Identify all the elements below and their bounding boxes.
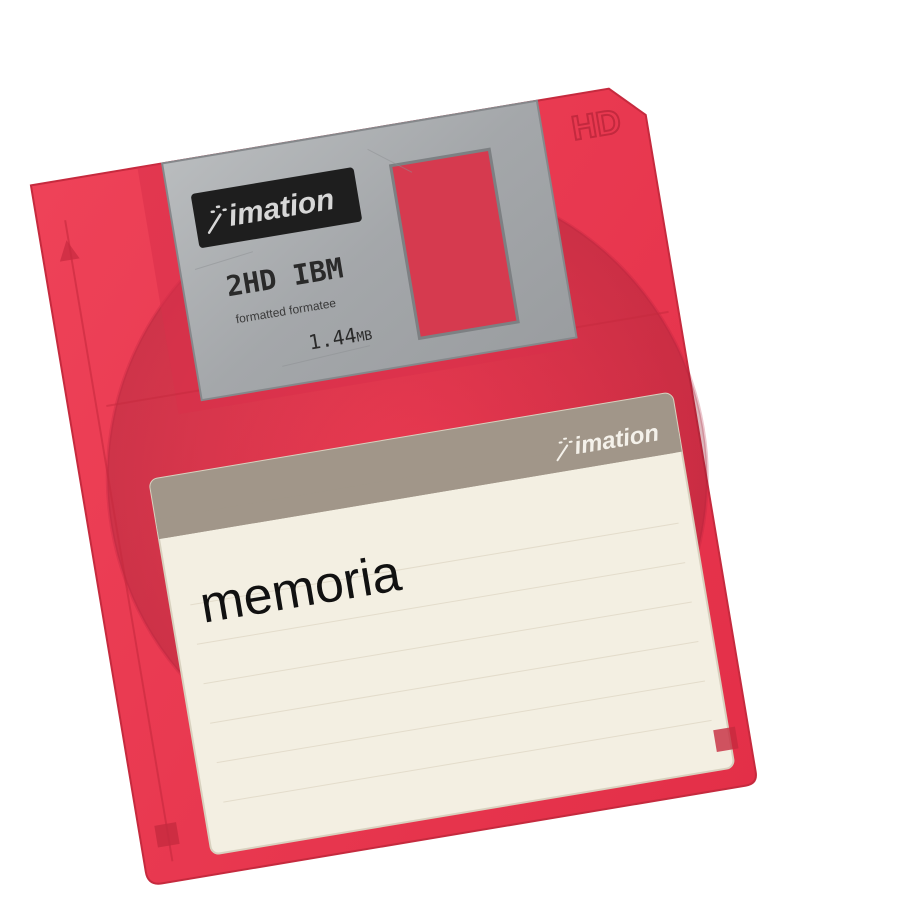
density-hole xyxy=(154,822,180,848)
floppy-disk-illustration: HD imation 2HD IBM formatted formatee 1.… xyxy=(29,87,757,885)
write-protect-tab[interactable] xyxy=(713,726,739,752)
floppy-disk-photo: HD imation 2HD IBM formatted formatee 1.… xyxy=(0,0,900,900)
density-mark: HD xyxy=(569,102,624,148)
